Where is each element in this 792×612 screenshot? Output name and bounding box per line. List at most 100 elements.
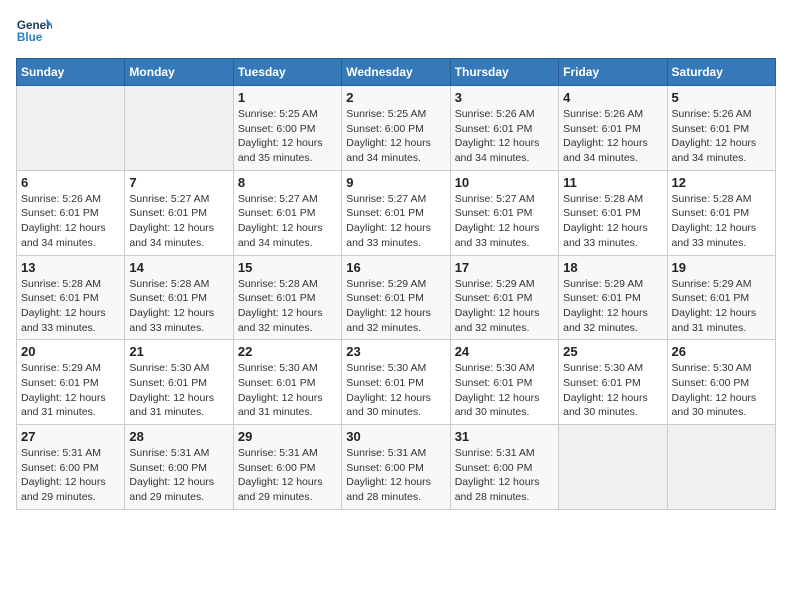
day-number: 30 bbox=[346, 429, 445, 444]
weekday-header: Saturday bbox=[667, 59, 775, 86]
day-number: 7 bbox=[129, 175, 228, 190]
day-detail: Sunrise: 5:31 AM Sunset: 6:00 PM Dayligh… bbox=[129, 446, 228, 505]
day-number: 4 bbox=[563, 90, 662, 105]
day-detail: Sunrise: 5:27 AM Sunset: 6:01 PM Dayligh… bbox=[129, 192, 228, 251]
calendar-cell: 12 Sunrise: 5:28 AM Sunset: 6:01 PM Dayli… bbox=[667, 170, 775, 255]
calendar-cell: 2 Sunrise: 5:25 AM Sunset: 6:00 PM Daylig… bbox=[342, 86, 450, 171]
day-detail: Sunrise: 5:29 AM Sunset: 6:01 PM Dayligh… bbox=[21, 361, 120, 420]
day-number: 11 bbox=[563, 175, 662, 190]
day-number: 26 bbox=[672, 344, 771, 359]
day-number: 23 bbox=[346, 344, 445, 359]
calendar-cell: 19 Sunrise: 5:29 AM Sunset: 6:01 PM Dayli… bbox=[667, 255, 775, 340]
calendar-cell: 18 Sunrise: 5:29 AM Sunset: 6:01 PM Dayli… bbox=[559, 255, 667, 340]
calendar-cell bbox=[125, 86, 233, 171]
day-number: 19 bbox=[672, 260, 771, 275]
calendar-cell bbox=[667, 425, 775, 510]
day-detail: Sunrise: 5:27 AM Sunset: 6:01 PM Dayligh… bbox=[346, 192, 445, 251]
day-number: 29 bbox=[238, 429, 337, 444]
calendar-cell: 26 Sunrise: 5:30 AM Sunset: 6:00 PM Dayli… bbox=[667, 340, 775, 425]
calendar-cell: 6Sunrise: 5:26 AM Sunset: 6:01 PM Daylig… bbox=[17, 170, 125, 255]
day-detail: Sunrise: 5:26 AM Sunset: 6:01 PM Dayligh… bbox=[455, 107, 554, 166]
day-detail: Sunrise: 5:26 AM Sunset: 6:01 PM Dayligh… bbox=[563, 107, 662, 166]
calendar-cell: 11 Sunrise: 5:28 AM Sunset: 6:01 PM Dayli… bbox=[559, 170, 667, 255]
day-detail: Sunrise: 5:30 AM Sunset: 6:01 PM Dayligh… bbox=[129, 361, 228, 420]
day-number: 15 bbox=[238, 260, 337, 275]
calendar-cell bbox=[559, 425, 667, 510]
calendar-cell: 3 Sunrise: 5:26 AM Sunset: 6:01 PM Daylig… bbox=[450, 86, 558, 171]
calendar-cell: 17Sunrise: 5:29 AM Sunset: 6:01 PM Dayli… bbox=[450, 255, 558, 340]
calendar-cell: 4 Sunrise: 5:26 AM Sunset: 6:01 PM Daylig… bbox=[559, 86, 667, 171]
calendar-header: SundayMondayTuesdayWednesdayThursdayFrid… bbox=[17, 59, 776, 86]
day-number: 5 bbox=[672, 90, 771, 105]
calendar-cell: 29 Sunrise: 5:31 AM Sunset: 6:00 PM Dayli… bbox=[233, 425, 341, 510]
logo-icon: General Blue bbox=[16, 16, 52, 46]
calendar-week-row: 20 Sunrise: 5:29 AM Sunset: 6:01 PM Dayli… bbox=[17, 340, 776, 425]
calendar-cell: 21 Sunrise: 5:30 AM Sunset: 6:01 PM Dayli… bbox=[125, 340, 233, 425]
calendar-week-row: 13Sunrise: 5:28 AM Sunset: 6:01 PM Dayli… bbox=[17, 255, 776, 340]
calendar-cell: 13Sunrise: 5:28 AM Sunset: 6:01 PM Dayli… bbox=[17, 255, 125, 340]
day-detail: Sunrise: 5:30 AM Sunset: 6:01 PM Dayligh… bbox=[238, 361, 337, 420]
day-number: 28 bbox=[129, 429, 228, 444]
day-detail: Sunrise: 5:29 AM Sunset: 6:01 PM Dayligh… bbox=[346, 277, 445, 336]
calendar-week-row: 27 Sunrise: 5:31 AM Sunset: 6:00 PM Dayli… bbox=[17, 425, 776, 510]
day-detail: Sunrise: 5:31 AM Sunset: 6:00 PM Dayligh… bbox=[346, 446, 445, 505]
calendar-table: SundayMondayTuesdayWednesdayThursdayFrid… bbox=[16, 58, 776, 510]
calendar-cell: 8 Sunrise: 5:27 AM Sunset: 6:01 PM Daylig… bbox=[233, 170, 341, 255]
calendar-cell: 15 Sunrise: 5:28 AM Sunset: 6:01 PM Dayli… bbox=[233, 255, 341, 340]
calendar-cell: 31 Sunrise: 5:31 AM Sunset: 6:00 PM Dayli… bbox=[450, 425, 558, 510]
calendar-cell: 23 Sunrise: 5:30 AM Sunset: 6:01 PM Dayli… bbox=[342, 340, 450, 425]
header: General Blue bbox=[16, 16, 776, 46]
day-number: 8 bbox=[238, 175, 337, 190]
day-detail: Sunrise: 5:31 AM Sunset: 6:00 PM Dayligh… bbox=[238, 446, 337, 505]
day-detail: Sunrise: 5:30 AM Sunset: 6:01 PM Dayligh… bbox=[455, 361, 554, 420]
day-number: 14 bbox=[129, 260, 228, 275]
day-detail: Sunrise: 5:30 AM Sunset: 6:01 PM Dayligh… bbox=[346, 361, 445, 420]
day-number: 18 bbox=[563, 260, 662, 275]
day-detail: Sunrise: 5:26 AM Sunset: 6:01 PM Dayligh… bbox=[672, 107, 771, 166]
day-number: 6 bbox=[21, 175, 120, 190]
calendar-cell: 16 Sunrise: 5:29 AM Sunset: 6:01 PM Dayli… bbox=[342, 255, 450, 340]
calendar-cell: 22 Sunrise: 5:30 AM Sunset: 6:01 PM Dayli… bbox=[233, 340, 341, 425]
day-detail: Sunrise: 5:28 AM Sunset: 6:01 PM Dayligh… bbox=[563, 192, 662, 251]
day-number: 2 bbox=[346, 90, 445, 105]
calendar-cell: 1Sunrise: 5:25 AM Sunset: 6:00 PM Daylig… bbox=[233, 86, 341, 171]
day-detail: Sunrise: 5:28 AM Sunset: 6:01 PM Dayligh… bbox=[129, 277, 228, 336]
weekday-header: Thursday bbox=[450, 59, 558, 86]
day-number: 31 bbox=[455, 429, 554, 444]
logo: General Blue bbox=[16, 16, 52, 46]
day-number: 10 bbox=[455, 175, 554, 190]
calendar-week-row: 1 Sunrise: 5:25 AM Sunset: 6:00 PM Daylig… bbox=[17, 86, 776, 171]
calendar-cell: 10 Sunrise: 5:27 AM Sunset: 6:01 PM Dayli… bbox=[450, 170, 558, 255]
calendar-cell: 25Sunrise: 5:30 AM Sunset: 6:01 PM Dayli… bbox=[559, 340, 667, 425]
day-detail: Sunrise: 5:25 AM Sunset: 6:00 PM Dayligh… bbox=[346, 107, 445, 166]
calendar-body: 1 Sunrise: 5:25 AM Sunset: 6:00 PM Daylig… bbox=[17, 86, 776, 510]
weekday-header: Wednesday bbox=[342, 59, 450, 86]
day-detail: Sunrise: 5:28 AM Sunset: 6:01 PM Dayligh… bbox=[672, 192, 771, 251]
day-detail: Sunrise: 5:29 AM Sunset: 6:01 PM Dayligh… bbox=[563, 277, 662, 336]
day-detail: Sunrise: 5:28 AM Sunset: 6:01 PM Dayligh… bbox=[21, 277, 120, 336]
day-number: 3 bbox=[455, 90, 554, 105]
day-number: 24 bbox=[455, 344, 554, 359]
day-number: 25 bbox=[563, 344, 662, 359]
day-detail: Sunrise: 5:28 AM Sunset: 6:01 PM Dayligh… bbox=[238, 277, 337, 336]
day-number: 27 bbox=[21, 429, 120, 444]
day-number: 21 bbox=[129, 344, 228, 359]
calendar-cell: 20 Sunrise: 5:29 AM Sunset: 6:01 PM Dayli… bbox=[17, 340, 125, 425]
day-detail: Sunrise: 5:27 AM Sunset: 6:01 PM Dayligh… bbox=[238, 192, 337, 251]
calendar-cell bbox=[17, 86, 125, 171]
calendar-cell: 14 Sunrise: 5:28 AM Sunset: 6:01 PM Dayli… bbox=[125, 255, 233, 340]
calendar-cell: 27Sunrise: 5:31 AM Sunset: 6:00 PM Dayli… bbox=[17, 425, 125, 510]
day-number: 1 bbox=[238, 90, 337, 105]
calendar-cell: 30 Sunrise: 5:31 AM Sunset: 6:00 PM Dayli… bbox=[342, 425, 450, 510]
day-number: 20 bbox=[21, 344, 120, 359]
svg-text:Blue: Blue bbox=[17, 31, 43, 44]
day-number: 22 bbox=[238, 344, 337, 359]
day-number: 16 bbox=[346, 260, 445, 275]
day-detail: Sunrise: 5:31 AM Sunset: 6:00 PM Dayligh… bbox=[455, 446, 554, 505]
day-number: 17 bbox=[455, 260, 554, 275]
calendar-cell: 24 Sunrise: 5:30 AM Sunset: 6:01 PM Dayli… bbox=[450, 340, 558, 425]
day-number: 12 bbox=[672, 175, 771, 190]
day-detail: Sunrise: 5:29 AM Sunset: 6:01 PM Dayligh… bbox=[672, 277, 771, 336]
day-detail: Sunrise: 5:30 AM Sunset: 6:00 PM Dayligh… bbox=[672, 361, 771, 420]
day-detail: Sunrise: 5:27 AM Sunset: 6:01 PM Dayligh… bbox=[455, 192, 554, 251]
